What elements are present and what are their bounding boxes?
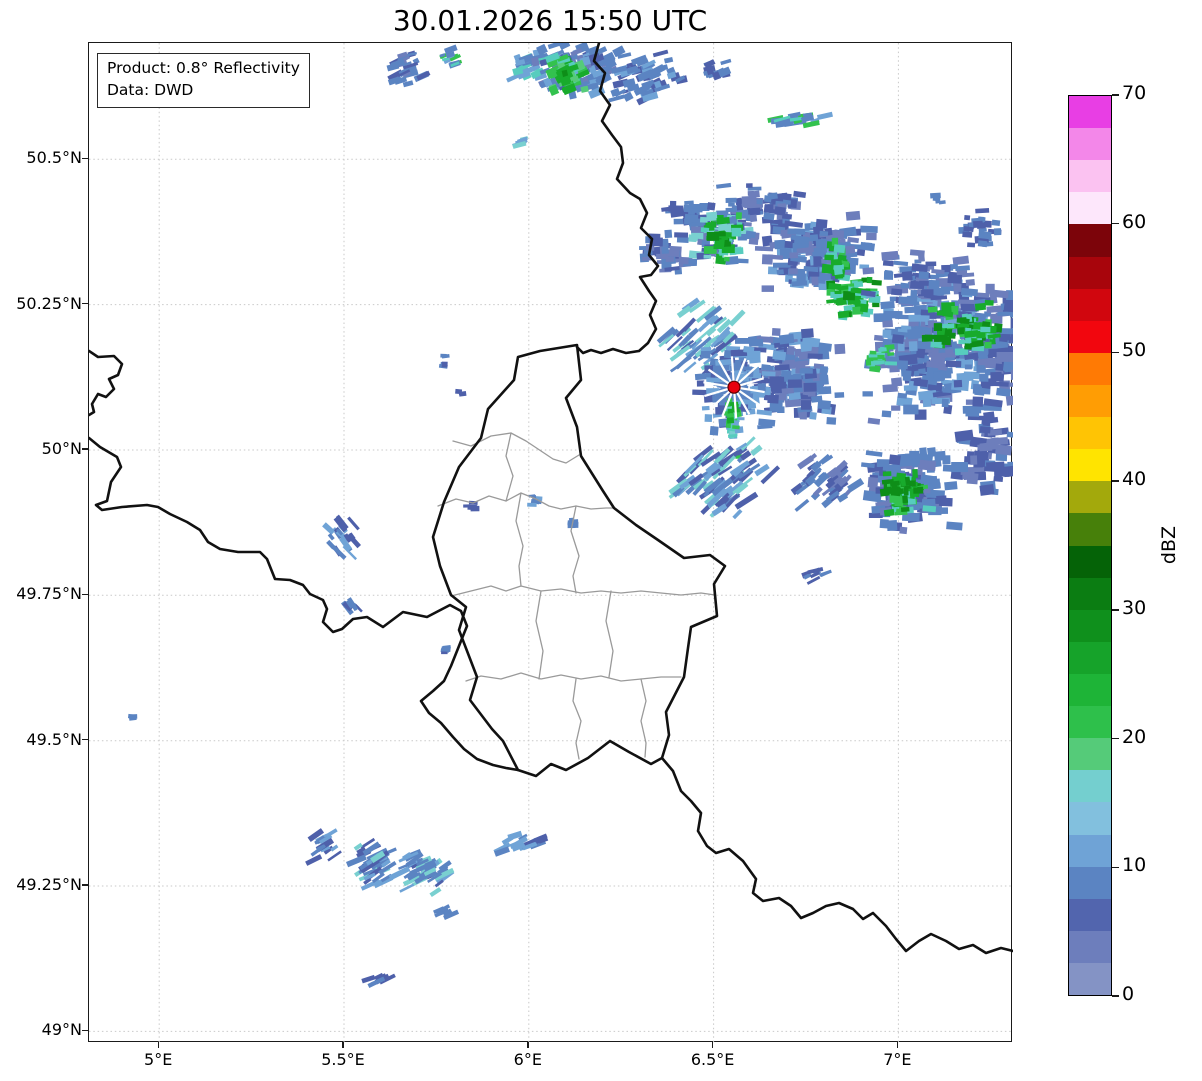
product-info-box: Product: 0.8° Reflectivity Data: DWD [97,53,310,108]
colorbar-band [1069,320,1111,353]
y-tick [82,302,88,305]
colorbar-band [1069,609,1111,642]
y-tick-label: 50.25°N [16,293,82,313]
colorbar-band [1069,962,1111,996]
regional-border [640,678,647,758]
radar-map-canvas [89,43,1013,1043]
map-plot-area [88,42,1013,1043]
national-border [660,756,1013,955]
regional-border [450,585,716,597]
x-tick [711,1042,714,1048]
radar-site-marker [727,380,741,394]
colorbar-band [1069,898,1111,931]
y-tick [82,448,88,450]
y-tick-label: 50°N [41,439,82,458]
colorbar-tick-label: 40 [1122,468,1147,491]
colorbar-tick-label: 0 [1122,983,1135,1005]
colorbar-band [1069,288,1111,321]
regional-border [535,590,544,680]
data-source-line: Data: DWD [107,81,194,100]
colorbar-band [1069,352,1111,385]
national-border [89,436,520,772]
colorbar-tick-label: 70 [1122,82,1147,104]
regional-border [605,590,614,678]
product-info-line: Product: 0.8° Reflectivity [107,59,300,77]
colorbar-band [1069,417,1111,450]
x-tick-label: 7°E [883,1050,912,1069]
colorbar-band [1069,256,1111,289]
colorbar-band [1069,834,1111,867]
colorbar-tick [1112,995,1119,997]
y-tick-label: 49.5°N [26,729,82,749]
y-tick-label: 49°N [41,1020,82,1040]
y-tick [82,884,88,886]
colorbar-band [1069,128,1111,161]
colorbar-tick [1112,480,1119,482]
y-tick [82,738,88,741]
colorbar [1068,95,1112,996]
colorbar-band [1069,738,1111,771]
colorbar-tick [1112,866,1119,868]
national-border [89,349,124,417]
x-tick-label: 6.5°E [690,1050,735,1069]
regional-border [572,678,582,760]
colorbar-axis-label: dBZ [1158,525,1180,565]
y-tick-label: 50.5°N [26,148,82,168]
colorbar-tick-label: 50 [1122,339,1147,362]
colorbar-band [1069,192,1111,225]
colorbar-band [1069,673,1111,707]
colorbar-band [1069,224,1111,257]
x-tick [342,1042,344,1048]
colorbar-tick [1112,737,1119,740]
colorbar-band [1069,545,1111,578]
colorbar-band [1069,706,1111,739]
x-tick-label: 6°E [513,1050,542,1069]
colorbar-band [1069,449,1111,482]
colorbar-band [1069,513,1111,546]
colorbar-band [1069,770,1111,803]
colorbar-band [1069,577,1111,610]
colorbar-band [1069,802,1111,835]
regional-border [505,432,514,502]
colorbar-band [1069,930,1111,963]
y-tick [82,1029,88,1032]
colorbar-band [1069,866,1111,899]
colorbar-tick-label: 20 [1122,725,1147,748]
colorbar-tick-label: 60 [1122,210,1147,233]
y-tick [82,593,88,596]
colorbar-tick [1112,94,1119,96]
colorbar-band [1069,160,1111,193]
colorbar-tick-label: 30 [1122,596,1147,619]
colorbar-band [1069,481,1111,514]
colorbar-tick [1112,351,1119,354]
colorbar-tick-label: 10 [1122,854,1147,877]
y-tick-label: 49.25°N [16,875,82,894]
radar-figure: { "title": "30.01.2026 15:50 UTC", "info… [0,0,1202,1081]
x-tick [896,1042,899,1048]
page-title: 30.01.2026 15:50 UTC [392,4,708,37]
regional-border [515,492,524,587]
colorbar-band [1069,96,1111,129]
y-tick-label: 49.75°N [16,584,82,604]
x-tick [157,1042,159,1048]
colorbar-tick [1112,223,1119,225]
colorbar-band [1069,384,1111,418]
colorbar-band [1069,641,1111,674]
colorbar-tick [1112,609,1119,611]
x-tick-label: 5°E [144,1050,173,1069]
x-tick-label: 5.5°E [321,1050,365,1069]
regional-border [465,672,682,682]
national-border [431,343,727,778]
x-tick [527,1042,529,1048]
y-tick [82,157,88,159]
